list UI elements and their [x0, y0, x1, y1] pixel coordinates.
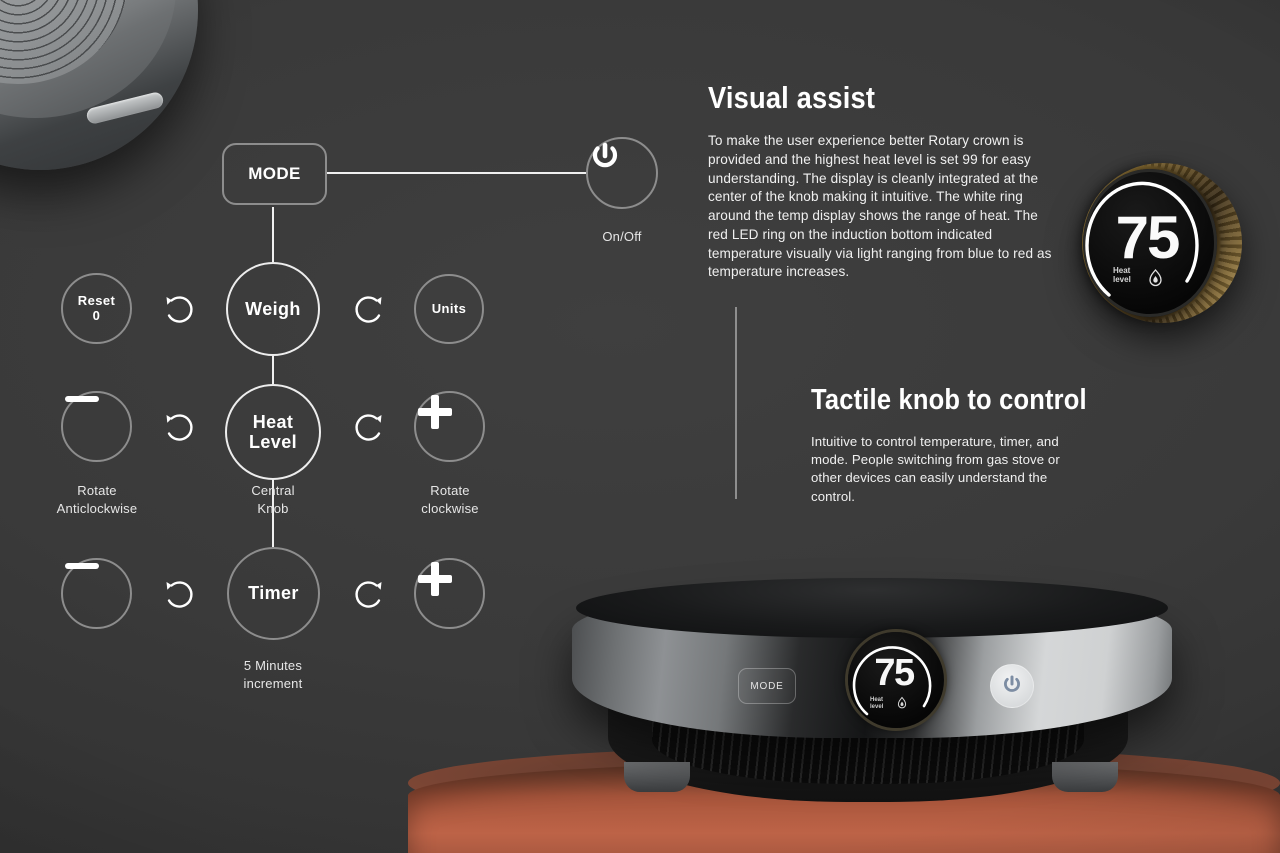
knob-sub-label: Heat level	[1113, 266, 1131, 285]
heat-level-line2: Level	[248, 432, 298, 452]
section-divider	[735, 307, 737, 499]
power-icon	[1001, 673, 1023, 700]
central-knob-line2: Knob	[257, 500, 289, 516]
timer-caption-line1: 5 Minutes	[243, 658, 303, 673]
node-timer[interactable]: Timer	[227, 547, 320, 640]
rotate-cw-line2: clockwise	[421, 500, 479, 516]
node-weigh-label: Weigh	[245, 298, 301, 319]
visual-assist-title: Visual assist	[708, 80, 876, 115]
knob-value: 75	[1115, 204, 1181, 271]
rotary-knob-render: 75 Heat level	[1082, 163, 1242, 323]
rotate-ccw-line2: Anticlockwise	[56, 500, 138, 516]
device-mode-button[interactable]: MODE	[738, 668, 796, 704]
node-reset[interactable]: Reset 0	[61, 273, 132, 344]
rotate-cw-line1: Rotate	[430, 483, 470, 498]
section-visual-assist: Visual assist To make the user experienc…	[708, 80, 1056, 282]
device-display: 75 Heat level	[848, 632, 944, 728]
central-knob-caption: Central Knob	[211, 482, 335, 517]
node-units-label: Units	[431, 300, 467, 316]
power-caption-text: On/Off	[602, 229, 642, 244]
node-decrease-heat[interactable]	[61, 391, 132, 462]
device-power-button[interactable]	[990, 664, 1034, 708]
node-power[interactable]	[586, 137, 658, 209]
device-sub-line1: Heat	[870, 697, 884, 703]
tactile-knob-title: Tactile knob to control	[811, 384, 1087, 416]
section-tactile-knob: Tactile knob to control Intuitive to con…	[811, 384, 1141, 506]
reset-value: 0	[92, 307, 101, 323]
timer-increment-caption: 5 Minutes increment	[209, 657, 337, 692]
timer-caption-line2: increment	[243, 675, 303, 691]
rotate-ccw-line1: Rotate	[77, 483, 117, 498]
node-heat-level-label: Heat Level	[249, 412, 297, 452]
device-foot-left	[624, 762, 690, 792]
device-mode-button-label: MODE	[750, 680, 784, 692]
node-heat-level[interactable]: Heat Level	[225, 384, 321, 480]
heat-level-line1: Heat	[252, 411, 294, 432]
device-foot-right	[1052, 762, 1118, 792]
node-reset-label: Reset 0	[77, 292, 116, 323]
tactile-knob-body: Intuitive to control temperature, timer,…	[811, 434, 1060, 504]
node-increase-heat[interactable]	[414, 391, 485, 462]
visual-assist-body: To make the user experience better Rotar…	[708, 133, 1052, 280]
node-mode[interactable]: MODE	[222, 143, 327, 205]
node-timer-label: Timer	[248, 583, 299, 604]
induction-cooktop-render: MODE 75 Heat level	[560, 570, 1180, 802]
product-design-presentation: MODE On/Off Reset 0 Weigh Units Heat Lev…	[0, 0, 1280, 853]
node-mode-label: MODE	[248, 164, 301, 184]
device-sub-line2: level	[870, 703, 884, 710]
central-knob-line1: Central	[251, 483, 295, 498]
node-weigh[interactable]: Weigh	[226, 262, 320, 356]
rotate-clockwise-caption: Rotate clockwise	[387, 482, 513, 517]
device-display-sub: Heat level	[870, 697, 883, 711]
node-decrease-timer[interactable]	[61, 558, 132, 629]
knob-sub-line2: level	[1113, 274, 1131, 284]
device-display-value: 75	[874, 652, 915, 694]
device-cooking-surface	[576, 578, 1168, 638]
knob-sub-line1: Heat	[1113, 266, 1131, 275]
reset-text: Reset	[77, 292, 116, 308]
node-power-caption: On/Off	[560, 228, 684, 246]
node-increase-timer[interactable]	[414, 558, 485, 629]
rotate-anticlockwise-caption: Rotate Anticlockwise	[34, 482, 160, 517]
knob-display-face: 75 Heat level	[1083, 169, 1217, 317]
node-units[interactable]: Units	[414, 274, 484, 344]
